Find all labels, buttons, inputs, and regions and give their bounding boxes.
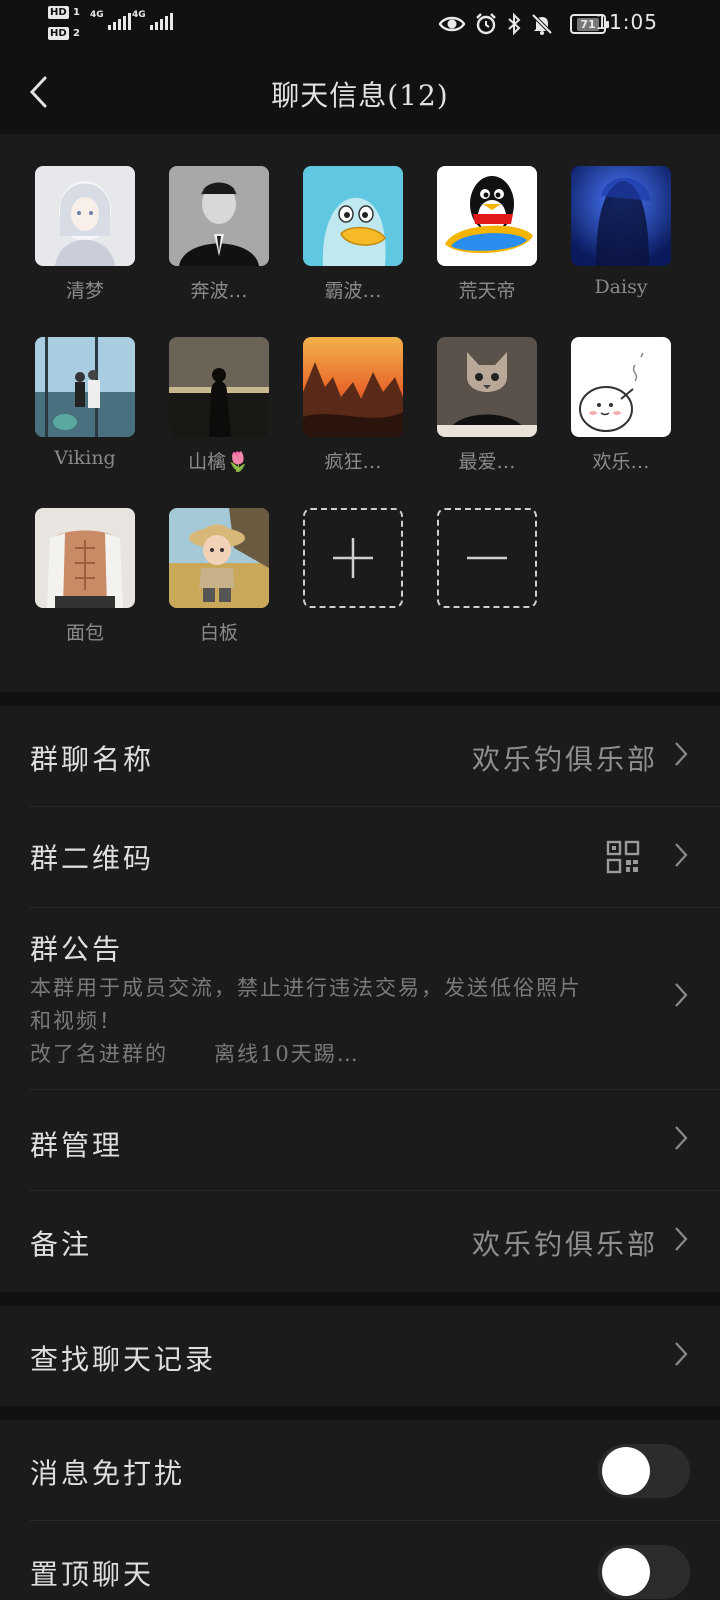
member-name: 霸波… [324, 280, 382, 302]
avatar[interactable] [571, 166, 671, 266]
member-name: 疯狂… [324, 451, 382, 473]
sim-1-label: 1 [73, 7, 80, 18]
toggle-panel: 消息免打扰 置顶聊天 [0, 1420, 720, 1600]
sim-2-label: 2 [73, 28, 80, 39]
pin-label: 置顶聊天 [30, 1558, 155, 1591]
notice-line-3: 改了名进群的 离线10天踢… [30, 1042, 360, 1066]
avatar[interactable] [169, 508, 269, 608]
member-item[interactable]: 荒天帝 [437, 166, 537, 316]
member-name: 面包 [65, 622, 104, 644]
hd-badge-1: HD [48, 6, 69, 19]
group-manage-row[interactable]: 群管理 [0, 1090, 720, 1190]
chevron-right-icon [675, 983, 688, 1007]
member-item[interactable]: 清梦 [35, 166, 135, 316]
member-item[interactable]: 疯狂… [303, 337, 403, 487]
eye-icon [438, 16, 466, 32]
chevron-right-icon [675, 742, 688, 766]
manage-label: 群管理 [30, 1129, 124, 1162]
group-name-value: 欢乐钓俱乐部 [471, 743, 658, 776]
signal-indicators: HD 1 HD 2 4G 4G [48, 4, 188, 46]
chevron-right-icon [675, 1126, 688, 1150]
qr-code-icon [606, 840, 640, 874]
group-name-label: 群聊名称 [30, 743, 155, 776]
avatar[interactable] [169, 337, 269, 437]
group-notice-row[interactable]: 群公告 本群用于成员交流，禁止进行违法交易，发送低俗照片 和视频！ 改了名进群的… [0, 908, 720, 1088]
group-settings-panel: 群聊名称 欢乐钓俱乐部 群二维码 群公告 本群用于成员交流，禁止进行违法交易，发… [0, 706, 720, 1292]
member-name: 清梦 [65, 280, 104, 302]
notice-line-1: 本群用于成员交流，禁止进行违法交易，发送低俗照片 [30, 976, 582, 1000]
plus-icon [333, 538, 373, 578]
avatar[interactable] [437, 337, 537, 437]
toggle-knob [602, 1548, 650, 1596]
chevron-right-icon [675, 1227, 688, 1251]
member-item[interactable]: 白板 [169, 508, 269, 658]
minus-icon [467, 556, 507, 560]
member-grid: 清梦 奔波… 霸波… 荒天帝 Daisy Viking 山檎🌷 疯狂… 最爱… … [0, 134, 720, 692]
title-bar: 聊天信息(12) [0, 50, 720, 134]
member-name: 欢乐… [592, 451, 650, 473]
add-member-button[interactable] [303, 508, 403, 658]
remark-value: 欢乐钓俱乐部 [471, 1228, 658, 1261]
search-history-label: 查找聊天记录 [30, 1343, 217, 1376]
search-panel: 查找聊天记录 [0, 1306, 720, 1406]
toggle-knob [602, 1447, 650, 1495]
hd-badge-2: HD [48, 27, 69, 40]
member-item[interactable]: Viking [35, 337, 135, 487]
status-bar: HD 1 HD 2 4G 4G 71 11:05 [0, 0, 720, 50]
chevron-right-icon [675, 1342, 688, 1366]
alarm-icon [476, 13, 496, 35]
mute-bell-icon [531, 13, 553, 35]
group-qrcode-row[interactable]: 群二维码 [0, 807, 720, 907]
member-item[interactable]: 奔波… [169, 166, 269, 316]
notice-content: 本群用于成员交流，禁止进行违法交易，发送低俗照片 和视频！ 改了名进群的 离线1… [30, 972, 650, 1071]
add-member-box[interactable] [303, 508, 403, 608]
member-name: 荒天帝 [458, 280, 516, 302]
network-type-1: 4G [90, 10, 104, 20]
avatar[interactable] [437, 166, 537, 266]
pin-row[interactable]: 置顶聊天 [0, 1521, 720, 1600]
signal-bars-2-icon [150, 13, 173, 30]
avatar[interactable] [303, 166, 403, 266]
member-name: 最爱… [458, 451, 516, 473]
signal-bars-1-icon [108, 13, 131, 30]
avatar[interactable] [35, 337, 135, 437]
remark-label: 备注 [30, 1228, 93, 1261]
member-item[interactable]: 欢乐… [571, 337, 671, 487]
member-item[interactable]: Daisy [571, 166, 671, 316]
avatar[interactable] [571, 337, 671, 437]
member-item[interactable]: 山檎🌷 [169, 337, 269, 487]
pin-toggle[interactable] [598, 1545, 690, 1599]
member-item[interactable]: 面包 [35, 508, 135, 658]
avatar[interactable] [35, 166, 135, 266]
bluetooth-icon [508, 12, 521, 36]
page-title: 聊天信息(12) [271, 79, 449, 112]
status-time: 11:05 [595, 10, 658, 34]
member-name: Viking [54, 447, 116, 469]
chevron-right-icon [675, 843, 688, 867]
search-history-row[interactable]: 查找聊天记录 [0, 1306, 720, 1406]
mute-row[interactable]: 消息免打扰 [0, 1420, 720, 1520]
avatar[interactable] [35, 508, 135, 608]
remove-member-box[interactable] [437, 508, 537, 608]
notice-label: 群公告 [30, 933, 124, 966]
avatar[interactable] [303, 337, 403, 437]
notice-line-2: 和视频！ [30, 1009, 122, 1033]
remark-row[interactable]: 备注 欢乐钓俱乐部 [0, 1191, 720, 1291]
group-name-row[interactable]: 群聊名称 欢乐钓俱乐部 [0, 706, 720, 806]
qrcode-label: 群二维码 [30, 842, 155, 875]
mute-label: 消息免打扰 [30, 1457, 186, 1490]
member-name: Daisy [594, 276, 648, 298]
member-item[interactable]: 最爱… [437, 337, 537, 487]
avatar[interactable] [169, 166, 269, 266]
member-name: 奔波… [190, 280, 248, 302]
remove-member-button[interactable] [437, 508, 537, 658]
network-type-2: 4G [132, 10, 146, 20]
mute-toggle[interactable] [598, 1444, 690, 1498]
member-name: 白板 [199, 622, 238, 644]
member-name: 山檎🌷 [188, 451, 250, 473]
member-item[interactable]: 霸波… [303, 166, 403, 316]
